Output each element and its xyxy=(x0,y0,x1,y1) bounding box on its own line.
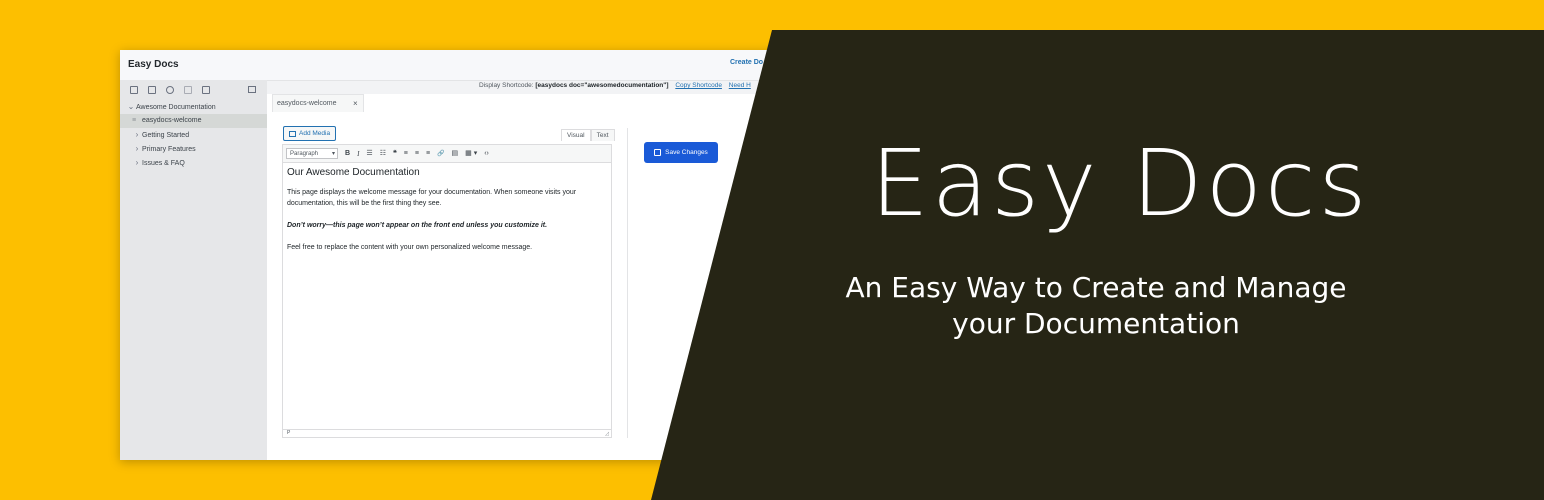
hero-subtitle-line: your Documentation xyxy=(952,307,1240,340)
hero-title: Easy Docs xyxy=(870,130,1370,237)
hero-subtitle-line: An Easy Way to Create and Manage xyxy=(845,271,1347,304)
dark-panel-shape xyxy=(651,30,1544,500)
dark-diagonal-panel xyxy=(651,30,1544,500)
hero-subtitle: An Easy Way to Create and Manage your Do… xyxy=(826,270,1366,342)
